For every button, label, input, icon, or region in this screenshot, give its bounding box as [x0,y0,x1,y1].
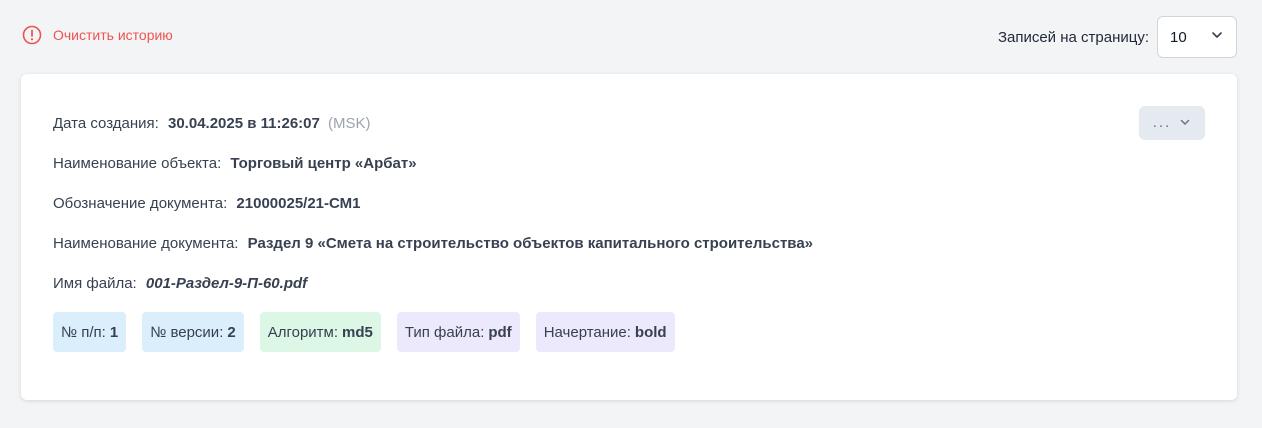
per-page-label: Записей на страницу: [997,28,1149,46]
object-name-label: Наименование объекта: [53,155,222,172]
created-date-row: Дата создания: 30.04.2025 в 11:26:07 (MS… [53,115,371,132]
history-record-card: ... Дата создания: 30.04.2025 в 11:26:07… [21,74,1237,400]
tag-value: md5 [342,323,373,341]
tag-label: № п/п: [61,323,106,341]
toolbar: Очистить историю Записей на страницу: 10 [0,0,1262,74]
chevron-down-icon [1179,115,1191,132]
chevron-down-icon [1210,28,1224,46]
tag-algorithm: Алгоритм: md5 [259,312,381,352]
record-menu-button[interactable]: ... [1139,106,1205,140]
doc-code-label: Обозначение документа: [53,195,228,212]
tag-label: Алгоритм: [267,323,339,341]
tag-value: 1 [109,323,119,341]
file-name-label: Имя файла: [53,275,137,292]
per-page-select[interactable]: 10 [1157,16,1237,58]
tag-version: № версии: 2 [142,312,244,352]
tag-label: Тип файла: [404,323,485,341]
alert-circle-icon [22,25,42,45]
file-name-row: Имя файла: 001-Раздел-9-П-60.pdf [53,275,307,292]
more-dots-icon: ... [1152,113,1172,131]
clear-history-label: Очистить историю [53,27,173,43]
file-name-value: 001-Раздел-9-П-60.pdf [145,275,308,292]
created-date-value: 30.04.2025 в 11:26:07 [168,115,320,132]
clear-history-button[interactable]: Очистить историю [22,24,173,46]
object-name-row: Наименование объекта: Торговый центр «Ар… [53,155,417,172]
doc-code-value: 21000025/21-СМ1 [236,195,361,212]
tag-label: Начертание: [543,323,631,341]
tag-sequence-number: № п/п: 1 [53,312,127,352]
tag-value: 2 [227,323,236,341]
per-page-control: Записей на страницу: 10 [998,16,1237,58]
tag-value: bold [634,323,667,341]
tag-file-type: Тип файла: pdf [396,312,520,352]
created-date-label: Дата создания: [53,115,159,132]
tag-label: № версии: [150,323,224,341]
doc-code-row: Обозначение документа: 21000025/21-СМ1 [53,195,360,212]
tag-value: pdf [488,323,512,341]
per-page-value: 10 [1170,28,1187,46]
doc-name-label: Наименование документа: [53,235,239,252]
doc-name-row: Наименование документа: Раздел 9 «Смета … [53,235,813,252]
object-name-value: Торговый центр «Арбат» [230,155,417,172]
record-tags: № п/п: 1 № версии: 2 Алгоритм: md5 Тип ф… [53,312,675,352]
tag-font-style: Начертание: bold [535,312,675,352]
timezone-label: (MSK) [328,115,371,132]
doc-name-value: Раздел 9 «Смета на строительство объекто… [247,235,814,252]
